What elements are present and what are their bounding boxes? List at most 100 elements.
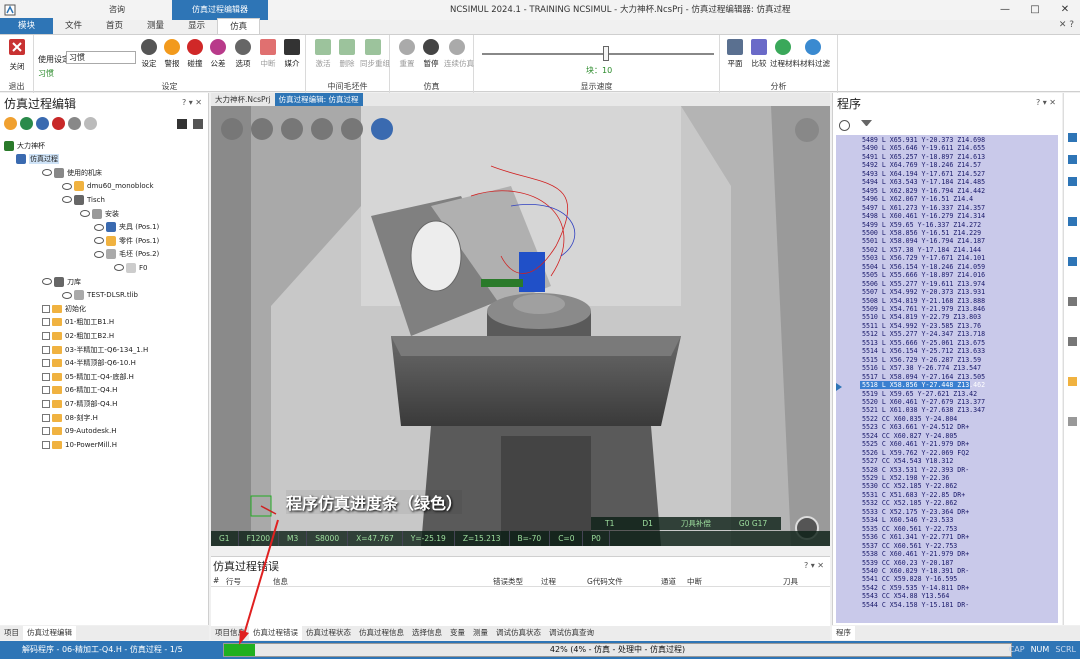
tree-item[interactable]: 10-PowerMill.H [42,438,117,451]
tree-item[interactable]: 03-半精加工-Q6-134_1.H [42,343,148,356]
tree-checkbox[interactable] [42,440,50,449]
material-filter-button[interactable]: 材料过滤 [800,39,830,69]
tab-simulation[interactable]: 仿真 [217,18,261,34]
program-line[interactable]: 5492 L X64.769 Y-18.246 Z14.57 [862,161,981,169]
minimize-button[interactable]: — [990,0,1020,20]
program-line[interactable]: 5516 L X57.38 Y-26.774 Z13.547 [862,364,981,372]
filter-icon[interactable] [861,120,872,131]
tolerance-button[interactable]: 公差 [205,39,231,69]
program-line[interactable]: 5534 L X60.546 Y-23.533 [862,516,953,524]
tree-checkbox[interactable] [42,304,50,313]
col-interrupt[interactable]: 中断 [687,576,702,587]
strip-prev-icon[interactable] [1068,155,1077,164]
program-line[interactable]: 5531 C X51.683 Y-22.85 DR+ [862,491,965,499]
camera-icon[interactable] [795,118,819,142]
tree-item[interactable]: F0 [114,261,147,274]
program-line[interactable]: 5520 L X60.461 Y-27.679 Z13.377 [862,398,985,406]
program-line[interactable]: 5513 L X55.666 Y-25.061 Z13.675 [862,339,985,347]
program-line[interactable]: 5496 L X62.067 Y-16.51 Z14.4 [862,195,973,203]
tree-checkbox[interactable] [42,399,50,408]
strip-play-icon[interactable] [1068,177,1077,186]
strip-next-icon[interactable] [1068,217,1077,226]
activate-button[interactable]: 激活 [310,39,336,69]
tab-variables[interactable]: 变量 [446,626,469,640]
tree-item[interactable]: 01-粗加工B1.H [42,316,114,329]
tree-checkbox[interactable] [42,413,50,422]
tree-tool-6-icon[interactable] [84,117,97,130]
doc-tab-project[interactable]: 大力神杯.NcsPrj [211,93,275,106]
program-line[interactable]: 5528 C X53.531 Y-22.393 DR- [862,466,969,474]
tab-sim-errors[interactable]: 仿真过程错误 [249,626,302,640]
tree-checkbox[interactable] [42,427,50,436]
3d-viewport[interactable]: T1 D1 刀具补偿 G0 G17 G1 F1200 M3 S8000 X=47… [211,106,830,546]
tree-item[interactable]: 刀库 [42,275,81,288]
program-line[interactable]: 5515 L X56.729 Y-26.287 Z13.59 [862,356,981,364]
tree-item[interactable]: 夹具 (Pos.1) [94,221,159,234]
program-line[interactable]: 5521 L X61.038 Y-27.638 Z13.347 [862,406,985,414]
program-line[interactable]: 5505 L X55.666 Y-18.897 Z14.016 [862,271,985,279]
program-line[interactable]: 5525 C X60.461 Y-21.979 DR+ [862,440,969,448]
view-orientation-icon[interactable] [221,118,243,140]
program-line[interactable]: 5511 L X54.992 Y-23.585 Z13.76 [862,322,981,330]
program-line[interactable]: 5495 L X62.829 Y-16.794 Z14.442 [862,187,985,195]
tab-selection-info[interactable]: 选择信息 [408,626,446,640]
tree-item[interactable]: 09-Autodesk.H [42,425,116,438]
usage-settings-select[interactable]: 习惯 [66,51,136,64]
speed-slider-track[interactable] [482,53,714,55]
tab-file[interactable]: 文件 [53,18,94,34]
tab-measure[interactable]: 测量 [135,18,176,34]
tab-program[interactable]: 程序 [832,626,855,640]
tab-project-info[interactable]: 项目信息 [211,626,249,640]
process-material-button[interactable]: 过程材料 [770,39,800,69]
program-line[interactable]: 5497 L X61.273 Y-16.337 Z14.357 [862,204,985,212]
program-line[interactable]: 5514 L X56.154 Y-25.712 Z13.633 [862,347,985,355]
program-line[interactable]: 5506 L X55.277 Y-19.611 Z13.974 [862,280,985,288]
program-line[interactable]: 5543 CC X54.88 Y13.564 [862,592,949,600]
program-line[interactable]: 5538 C X60.461 Y-21.979 DR+ [862,550,969,558]
program-line[interactable]: 5530 CC X52.185 Y-22.862 [862,482,957,490]
program-line[interactable]: 5523 C X63.661 Y-24.512 DR+ [862,423,969,431]
program-line[interactable]: 5537 CC X60.561 Y-22.753 [862,542,957,550]
program-line-current[interactable]: 5518 L X58.856 Y-27.448 Z13.462 [860,381,985,390]
visibility-eye-icon[interactable] [62,182,72,190]
program-listing[interactable]: 5489 L X65.931 Y-20.373 Z14.698 5490 L X6… [836,135,1058,623]
strip-search-icon[interactable] [1068,297,1077,306]
tree-item[interactable]: Tisch [62,193,105,206]
visibility-eye-icon[interactable] [42,169,52,177]
tree-item[interactable]: 使用的机床 [42,166,102,179]
col-error-type[interactable]: 错误类型 [493,576,523,587]
visibility-eye-icon[interactable] [42,278,52,285]
program-line[interactable]: 5535 CC X60.561 Y-22.753 [862,525,957,533]
speed-slider-thumb[interactable] [603,46,609,61]
tree-item[interactable]: TEST-DLSR.tlib [62,289,138,302]
col-process[interactable]: 过程 [541,576,556,587]
program-line[interactable]: 5544 C X54.158 Y-15.181 DR- [862,601,969,609]
program-line[interactable]: 5501 L X58.094 Y-16.794 Z14.187 [862,237,985,245]
interrupt-button[interactable]: 中断 [255,39,281,69]
options-button[interactable]: 选项 [230,39,256,69]
program-line[interactable]: 5507 L X54.992 Y-20.373 Z13.931 [862,288,985,296]
tree-item[interactable]: 02-粗加工B2.H [42,329,114,342]
tree-item[interactable]: 08-刻字.H [42,411,98,424]
tree-item[interactable]: 06-精加工-Q4.H [42,384,117,397]
program-line[interactable]: 5522 CC X60.835 Y-24.804 [862,415,957,423]
program-line[interactable]: 5503 L X56.729 Y-17.671 Z14.101 [862,254,985,262]
tab-module[interactable]: 模块 [0,18,54,34]
program-line[interactable]: 5526 L X59.762 Y-22.069 FQ2 [862,449,969,457]
stock-view-icon[interactable] [281,118,303,140]
tree-item[interactable]: 初始化 [42,302,86,315]
program-line[interactable]: 5500 L X58.856 Y-16.51 Z14.229 [862,229,981,237]
reset-button[interactable]: 重置 [394,39,420,69]
reset-view-icon[interactable] [371,118,393,140]
col-line[interactable]: 行号 [226,576,241,587]
tab-project[interactable]: 项目 [0,626,23,640]
program-line[interactable]: 5510 L X54.819 Y-22.79 Z13.803 [862,313,981,321]
view-toggle-2-icon[interactable] [193,119,203,129]
program-line[interactable]: 5540 C X60.029 Y-18.391 DR- [862,567,969,575]
tree-checkbox[interactable] [42,345,50,354]
program-line[interactable]: 5533 C X52.175 Y-23.364 DR+ [862,508,969,516]
strip-document-icon[interactable] [1068,417,1077,426]
tab-debug-query[interactable]: 调试仿真查询 [545,626,598,640]
view-toggle-1-icon[interactable] [177,119,187,129]
program-line[interactable]: 5519 L X59.65 Y-27.621 Z13.42 [862,390,977,398]
